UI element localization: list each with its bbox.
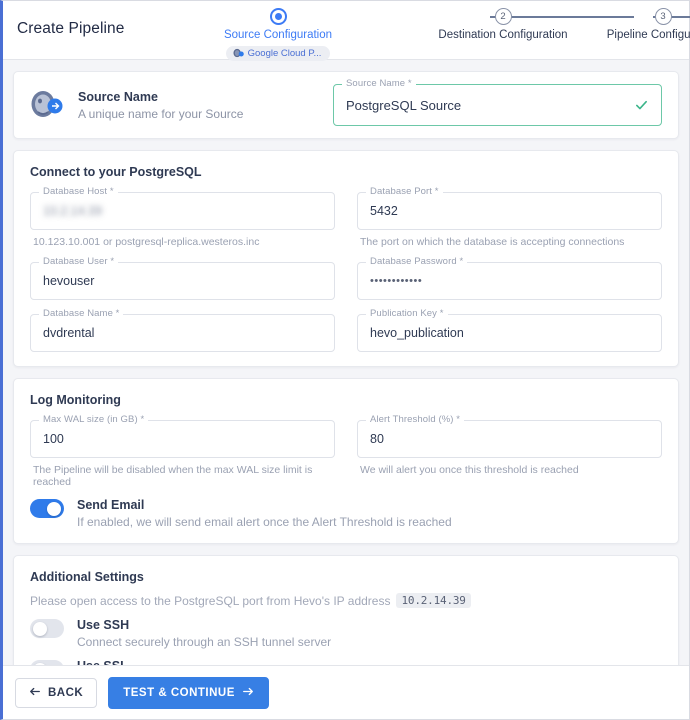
send-email-subtitle: If enabled, we will send email alert onc… [77, 515, 452, 529]
source-name-description: A unique name for your Source [78, 106, 244, 121]
source-name-heading: Source Name [78, 89, 158, 104]
source-name-field-wrap: Source Name * PostgreSQL Source [333, 78, 662, 126]
stepper-step-source-configuration[interactable]: Source Configuration Google Cloud P... [208, 1, 348, 64]
database-password-input[interactable]: •••••••••••• [357, 262, 662, 300]
additional-settings-card: Additional Settings Please open access t… [13, 555, 679, 665]
toggle-knob [33, 621, 47, 636]
page-header: Create Pipeline Source Configuration Goo… [3, 1, 690, 61]
field-database-host: Database Host * 10.2.14.39 10.123.10.001… [30, 186, 335, 262]
field-label: Database Name * [39, 308, 124, 319]
field-database-port: Database Port * 5432 The port on which t… [357, 186, 662, 262]
field-label: Alert Threshold (%) * [366, 414, 465, 425]
stepper-step-pipeline-configuration[interactable]: 3 Pipeline Configuration [523, 1, 690, 41]
database-port-input[interactable]: 5432 [357, 192, 662, 230]
source-name-card: Source Name A unique name for your Sourc… [13, 71, 679, 139]
page-footer: BACK TEST & CONTINUE [3, 665, 689, 719]
max-wal-size-input[interactable]: 100 [30, 420, 335, 458]
field-label: Publication Key * [366, 308, 448, 319]
field-label: Database Host * [39, 186, 118, 197]
max-wal-size-value: 100 [43, 432, 64, 446]
log-monitoring-fields-grid: Max WAL size (in GB) * 100 The Pipeline … [30, 414, 662, 488]
page-title: Create Pipeline [17, 20, 125, 37]
step-source-type-badge[interactable]: Google Cloud P... [225, 46, 331, 61]
use-ssh-title: Use SSH [77, 618, 130, 632]
toggle-knob [47, 501, 61, 516]
field-label: Database User * [39, 256, 119, 267]
connect-section-title: Connect to your PostgreSQL [30, 165, 202, 179]
step-indicator-2: 2 [494, 8, 512, 25]
step-label: Pipeline Configuration [606, 29, 690, 41]
field-label: Max WAL size (in GB) * [39, 414, 149, 425]
source-name-field-label: Source Name * [342, 78, 416, 89]
ip-access-note: Please open access to the PostgreSQL por… [30, 593, 662, 608]
step-indicator-3: 3 [654, 8, 672, 25]
arrow-right-icon [242, 686, 254, 700]
alert-threshold-input[interactable]: 80 [357, 420, 662, 458]
log-monitoring-card: Log Monitoring Max WAL size (in GB) * 10… [13, 378, 679, 544]
database-user-input[interactable]: hevouser [30, 262, 335, 300]
field-database-user: Database User * hevouser [30, 256, 335, 314]
alert-threshold-value: 80 [370, 432, 384, 446]
test-and-continue-label: TEST & CONTINUE [123, 686, 235, 699]
arrow-left-icon [29, 686, 41, 700]
database-name-input[interactable]: dvdrental [30, 314, 335, 352]
database-host-input[interactable]: 10.2.14.39 [30, 192, 335, 230]
log-monitoring-title: Log Monitoring [30, 393, 121, 407]
field-label: Database Password * [366, 256, 468, 267]
ip-access-note-text: Please open access to the PostgreSQL por… [30, 593, 391, 608]
use-ssh-texts: Use SSH Connect securely through an SSH … [77, 618, 331, 649]
field-max-wal-size: Max WAL size (in GB) * 100 The Pipeline … [30, 414, 335, 488]
field-label: Database Port * [366, 186, 443, 197]
send-email-toggle[interactable] [30, 499, 64, 518]
wizard-stepper: Source Configuration Google Cloud P... 2 [208, 1, 690, 61]
source-name-input-value: PostgreSQL Source [346, 97, 462, 113]
send-email-row: Send Email If enabled, we will send emai… [30, 498, 662, 529]
check-icon [634, 98, 649, 113]
field-help: We will alert you once this threshold is… [360, 464, 579, 476]
database-port-value: 5432 [370, 204, 398, 218]
postgresql-icon [30, 90, 64, 120]
publication-key-value: hevo_publication [370, 326, 464, 340]
toggle-knob [33, 662, 47, 665]
use-ssl-toggle[interactable] [30, 660, 64, 665]
database-name-value: dvdrental [43, 326, 95, 340]
postgresql-icon [233, 48, 244, 59]
back-button[interactable]: BACK [15, 677, 98, 708]
source-name-input[interactable]: PostgreSQL Source [333, 84, 662, 126]
database-host-value: 10.2.14.39 [43, 204, 103, 218]
step-badge-label: Google Cloud P... [247, 48, 322, 59]
field-alert-threshold: Alert Threshold (%) * 80 We will alert y… [357, 414, 662, 488]
source-name-texts: Source Name A unique name for your Sourc… [78, 90, 333, 121]
use-ssh-row: Use SSH Connect securely through an SSH … [30, 618, 662, 649]
use-ssh-toggle[interactable] [30, 619, 64, 638]
field-database-password: Database Password * •••••••••••• [357, 256, 662, 314]
additional-settings-title: Additional Settings [30, 570, 144, 584]
connect-postgresql-card: Connect to your PostgreSQL Database Host… [13, 150, 679, 367]
database-user-value: hevouser [43, 274, 95, 288]
page-body: Source Name A unique name for your Sourc… [3, 60, 689, 665]
send-email-title: Send Email [77, 498, 145, 512]
step-label: Source Configuration [223, 29, 333, 41]
field-help: 10.123.10.001 or postgresql-replica.west… [33, 236, 260, 248]
back-button-label: BACK [48, 686, 84, 699]
database-password-value: •••••••••••• [370, 275, 423, 287]
field-publication-key: Publication Key * hevo_publication [357, 308, 662, 352]
ip-address-chip: 10.2.14.39 [396, 593, 471, 608]
field-database-name: Database Name * dvdrental [30, 308, 335, 352]
test-and-continue-button[interactable]: TEST & CONTINUE [108, 676, 269, 709]
connect-fields-grid: Database Host * 10.2.14.39 10.123.10.001… [30, 186, 662, 352]
step-indicator-active [269, 8, 287, 25]
create-pipeline-page: Create Pipeline Source Configuration Goo… [0, 0, 690, 720]
send-email-texts: Send Email If enabled, we will send emai… [77, 498, 452, 529]
publication-key-input[interactable]: hevo_publication [357, 314, 662, 352]
use-ssh-subtitle: Connect securely through an SSH tunnel s… [77, 635, 332, 649]
field-help: The Pipeline will be disabled when the m… [33, 464, 313, 488]
field-help: The port on which the database is accept… [360, 236, 625, 248]
